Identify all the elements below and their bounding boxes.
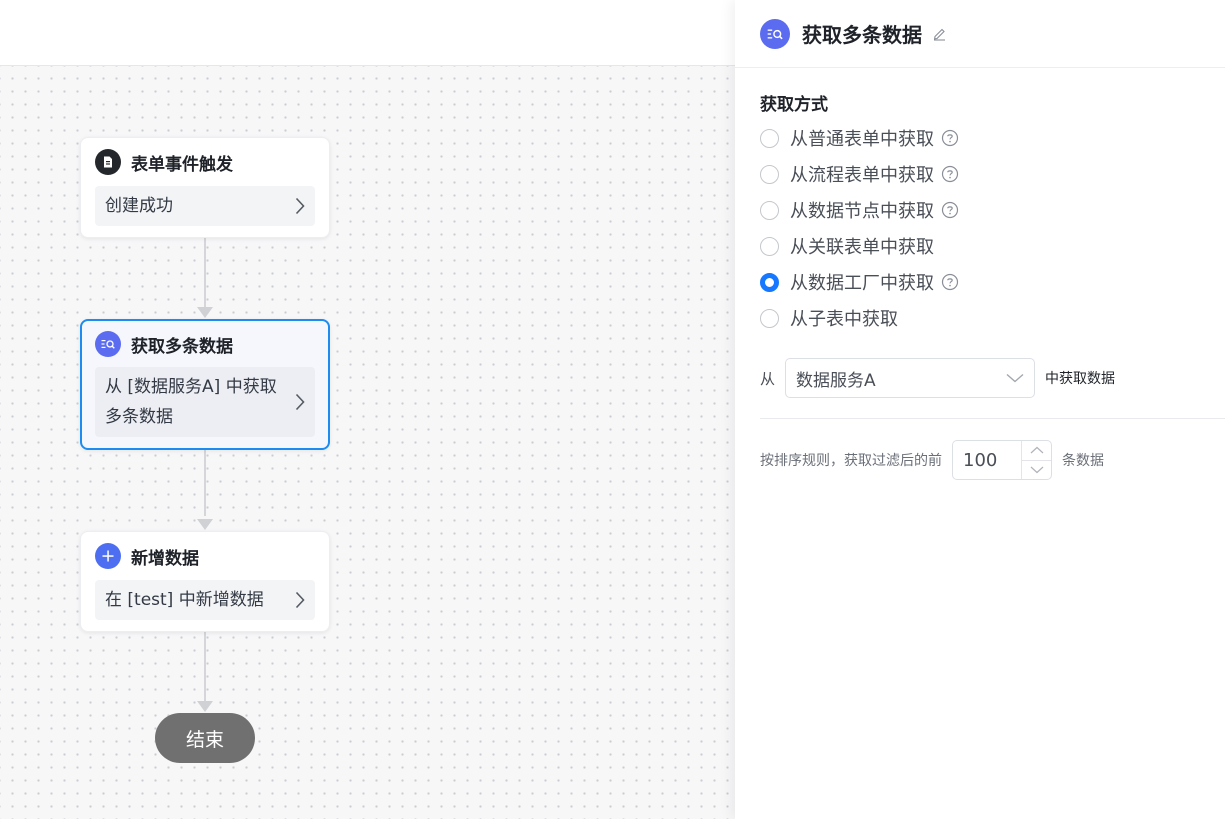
node-title: 获取多条数据 [131, 336, 233, 357]
radio-button[interactable] [760, 236, 779, 256]
radio-button[interactable] [760, 308, 779, 328]
option-data-factory[interactable]: 从数据工厂中获取 [760, 270, 959, 294]
query-list-icon [95, 331, 121, 357]
node-summary-text: 创建成功 [105, 196, 173, 216]
node-title: 新增数据 [131, 548, 199, 569]
limit-suffix-label: 条数据 [1062, 453, 1104, 469]
connector-arrow [197, 307, 213, 318]
query-list-icon [760, 18, 790, 49]
data-source-select[interactable]: 数据服务A [785, 358, 1035, 398]
option-subtable[interactable]: 从子表中获取 [760, 306, 898, 330]
form-document-icon [95, 149, 121, 175]
panel-title: 获取多条数据 [802, 23, 922, 47]
connector-line [204, 632, 206, 704]
select-value: 数据服务A [796, 370, 876, 391]
node-summary[interactable]: 从 [数据服务A] 中获取多条数据 [95, 367, 315, 437]
option-normal-form[interactable]: 从普通表单中获取 [760, 126, 959, 150]
option-data-node[interactable]: 从数据节点中获取 [760, 198, 959, 222]
fetch-method-label: 获取方式 [760, 95, 828, 115]
node-header: 表单事件触发 [95, 138, 315, 186]
limit-stepper[interactable]: 100 [952, 440, 1052, 480]
radio-button[interactable] [760, 128, 779, 148]
help-circle-icon[interactable] [941, 129, 959, 147]
radio-button[interactable] [760, 200, 779, 220]
connector-line [204, 450, 206, 516]
node-config-panel: 获取多条数据 获取方式 从普通表单中获取 从流程表单中获取 从数据节点中获取 从 [735, 0, 1225, 819]
option-label: 从子表中获取 [790, 309, 898, 330]
flow-node-query[interactable]: 获取多条数据 从 [数据服务A] 中获取多条数据 [80, 319, 330, 450]
option-label: 从数据节点中获取 [790, 201, 934, 222]
node-header: 新增数据 [95, 532, 315, 580]
node-summary[interactable]: 在 [test] 中新增数据 [95, 580, 315, 620]
connector-line [204, 238, 206, 310]
from-label: 从 [760, 369, 776, 388]
chevron-right-icon [295, 393, 305, 411]
limit-value[interactable]: 100 [953, 450, 1021, 471]
connector-arrow [197, 701, 213, 712]
help-circle-icon[interactable] [941, 273, 959, 291]
from-suffix-label: 中获取数据 [1045, 371, 1115, 387]
chevron-down-icon[interactable] [1022, 461, 1051, 480]
flow-end-node[interactable]: 结束 [155, 713, 255, 763]
connector-arrow [197, 519, 213, 530]
help-circle-icon[interactable] [941, 165, 959, 183]
source-row: 从 数据服务A 中获取数据 [760, 358, 1115, 398]
chevron-down-icon [1006, 373, 1024, 383]
node-header: 获取多条数据 [95, 321, 315, 367]
radio-button-checked[interactable] [760, 272, 779, 292]
divider [760, 418, 1225, 419]
chevron-right-icon [295, 197, 305, 215]
node-summary[interactable]: 创建成功 [95, 186, 315, 226]
plus-icon [95, 543, 121, 569]
option-process-form[interactable]: 从流程表单中获取 [760, 162, 959, 186]
option-label: 从普通表单中获取 [790, 129, 934, 150]
option-label: 从关联表单中获取 [790, 237, 934, 258]
option-label: 从流程表单中获取 [790, 165, 934, 186]
edit-pencil-icon[interactable] [932, 26, 947, 41]
option-label: 从数据工厂中获取 [790, 273, 934, 294]
limit-prefix-label: 按排序规则，获取过滤后的前 [760, 453, 942, 469]
stepper-buttons [1021, 441, 1051, 479]
node-title: 表单事件触发 [131, 154, 233, 175]
chevron-up-icon[interactable] [1022, 441, 1051, 461]
radio-button[interactable] [760, 164, 779, 184]
node-summary-text: 在 [test] 中新增数据 [105, 590, 264, 610]
option-related-form[interactable]: 从关联表单中获取 [760, 234, 934, 258]
node-summary-text: 从 [数据服务A] 中获取多条数据 [105, 377, 277, 427]
chevron-right-icon [295, 591, 305, 609]
flow-node-add-data[interactable]: 新增数据 在 [test] 中新增数据 [80, 531, 330, 632]
help-circle-icon[interactable] [941, 201, 959, 219]
panel-header: 获取多条数据 [735, 0, 1225, 68]
limit-row: 按排序规则，获取过滤后的前 100 条数据 [760, 440, 1104, 480]
flow-node-trigger[interactable]: 表单事件触发 创建成功 [80, 137, 330, 238]
